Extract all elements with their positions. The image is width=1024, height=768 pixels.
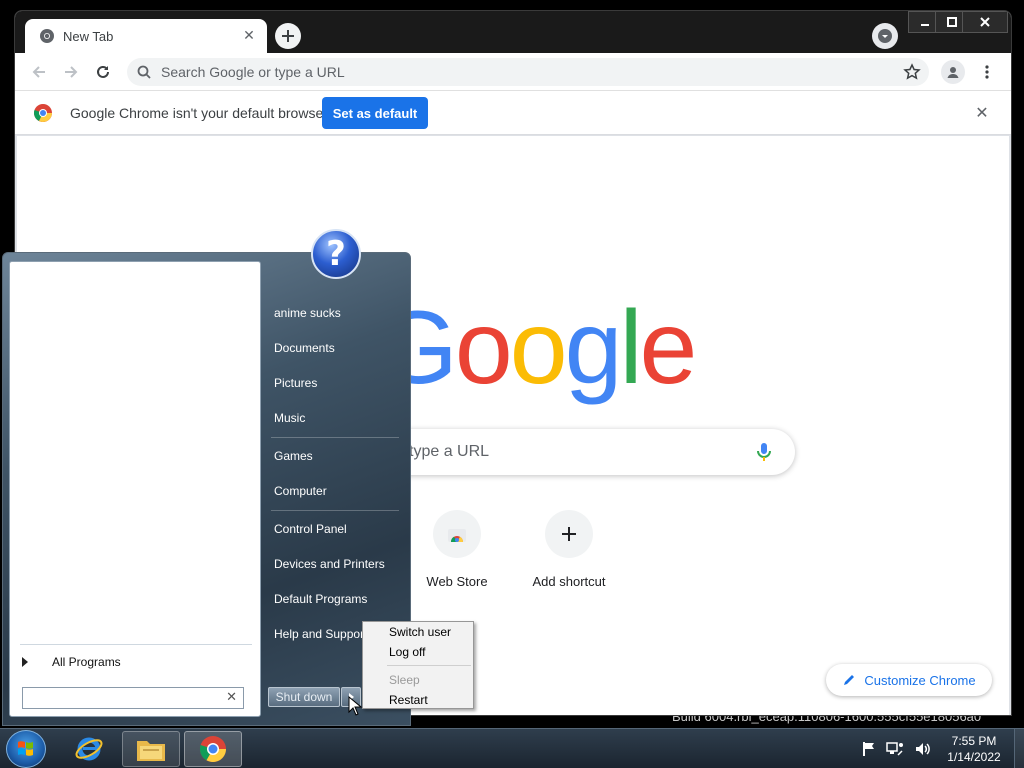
bookmark-star-icon[interactable] bbox=[903, 63, 921, 81]
menu-item-switch-user[interactable]: Switch user bbox=[389, 625, 451, 639]
help-question-icon: ? bbox=[311, 229, 361, 279]
pencil-icon bbox=[844, 675, 855, 685]
close-icon bbox=[980, 17, 990, 27]
logo-letter: g bbox=[564, 290, 623, 406]
shortcut-add[interactable]: Add shortcut bbox=[513, 506, 625, 602]
ntp-search-placeholder: type a URL bbox=[409, 443, 490, 460]
tab-title: New Tab bbox=[63, 28, 114, 44]
minimize-icon bbox=[921, 24, 929, 26]
start-item-documents[interactable]: Documents bbox=[274, 336, 335, 360]
back-button[interactable] bbox=[27, 60, 51, 84]
window-close-button[interactable] bbox=[962, 11, 1008, 33]
volume-icon[interactable] bbox=[914, 741, 932, 757]
infobar-message: Google Chrome isn't your default browser bbox=[70, 105, 328, 121]
taskbar-windows-explorer[interactable] bbox=[122, 731, 180, 767]
start-item-devices-printers[interactable]: Devices and Printers bbox=[274, 552, 385, 576]
logo-letter: l bbox=[619, 290, 642, 406]
network-icon[interactable] bbox=[886, 741, 904, 757]
web-store-icon bbox=[448, 529, 466, 542]
start-item-computer[interactable]: Computer bbox=[274, 479, 327, 503]
mouse-cursor-icon bbox=[348, 696, 362, 716]
set-as-default-button[interactable]: Set as default bbox=[322, 97, 428, 129]
menu-item-restart[interactable]: Restart bbox=[389, 693, 428, 707]
all-programs-label: All Programs bbox=[52, 655, 121, 669]
kebab-menu-icon bbox=[985, 65, 989, 79]
search-icon bbox=[137, 65, 151, 79]
action-center-flag-icon[interactable] bbox=[862, 741, 876, 757]
start-item-music[interactable]: Music bbox=[274, 406, 305, 430]
clock-time: 7:55 PM bbox=[951, 734, 997, 748]
start-menu-programs-pane: All Programs ✕ bbox=[9, 261, 261, 717]
triangle-right-icon bbox=[22, 657, 28, 667]
taskbar-internet-explorer[interactable] bbox=[60, 731, 118, 767]
start-menu-divider bbox=[271, 437, 399, 438]
microphone-icon[interactable] bbox=[753, 441, 775, 463]
plus-icon bbox=[282, 30, 294, 42]
start-item-default-programs[interactable]: Default Programs bbox=[274, 587, 367, 611]
all-programs-button[interactable]: All Programs bbox=[18, 650, 254, 674]
customize-chrome-button[interactable]: Customize Chrome bbox=[826, 664, 992, 696]
address-bar[interactable] bbox=[127, 58, 929, 86]
clear-search-icon[interactable]: ✕ bbox=[226, 690, 237, 705]
show-desktop-button[interactable] bbox=[1014, 729, 1024, 768]
taskbar-google-chrome[interactable] bbox=[184, 731, 242, 767]
logo-letter: e bbox=[639, 290, 698, 406]
chrome-menu-button[interactable] bbox=[975, 60, 999, 84]
reload-icon bbox=[97, 65, 109, 78]
start-item-games[interactable]: Games bbox=[274, 444, 313, 468]
folder-icon bbox=[137, 741, 165, 761]
start-search-box[interactable]: ✕ bbox=[22, 687, 244, 709]
windows-logo-icon bbox=[18, 741, 33, 756]
shortcut-bubble bbox=[545, 510, 593, 558]
system-tray bbox=[862, 739, 932, 759]
menu-item-sleep: Sleep bbox=[389, 673, 420, 687]
logo-letter: o bbox=[454, 290, 513, 406]
reload-button[interactable] bbox=[91, 60, 115, 84]
omnibox-input[interactable] bbox=[161, 64, 881, 80]
chrome-logo-icon bbox=[34, 104, 52, 122]
customize-label: Customize Chrome bbox=[864, 672, 976, 688]
tab-new-tab[interactable]: New Tab ✕ bbox=[25, 19, 267, 53]
person-icon bbox=[947, 67, 959, 78]
start-item-control-panel[interactable]: Control Panel bbox=[274, 517, 347, 541]
default-browser-infobar: Google Chrome isn't your default browser… bbox=[15, 91, 1011, 135]
start-menu-divider bbox=[271, 510, 399, 511]
start-button[interactable] bbox=[6, 730, 46, 768]
shortcut-bubble bbox=[433, 510, 481, 558]
menu-item-log-off[interactable]: Log off bbox=[389, 645, 425, 659]
start-item-help-support[interactable]: Help and Support bbox=[274, 622, 367, 646]
title-bar: New Tab ✕ bbox=[15, 11, 1011, 53]
tab-close-icon[interactable]: ✕ bbox=[241, 28, 257, 44]
chrome-logo-icon bbox=[199, 736, 227, 763]
shortcut-web-store[interactable]: Web Store bbox=[401, 506, 513, 602]
browser-toolbar bbox=[15, 53, 1011, 91]
internet-explorer-icon bbox=[75, 737, 103, 761]
power-options-menu: Switch user Log off Sleep Restart bbox=[362, 621, 474, 709]
start-search-input[interactable] bbox=[23, 688, 213, 708]
forward-button[interactable] bbox=[59, 60, 83, 84]
clock-date: 1/14/2022 bbox=[947, 750, 1001, 764]
maximize-icon bbox=[947, 17, 957, 27]
start-menu: ? All Programs ✕ anime sucks Documents P… bbox=[2, 229, 411, 726]
shutdown-button[interactable]: Shut down bbox=[268, 687, 340, 707]
chrome-tab-icon bbox=[40, 29, 54, 43]
start-item-user-folder[interactable]: anime sucks bbox=[274, 301, 341, 325]
shortcut-label: Add shortcut bbox=[532, 574, 606, 589]
arrow-left-icon bbox=[32, 66, 45, 78]
chevron-down-icon bbox=[878, 29, 892, 43]
programs-separator bbox=[20, 644, 252, 645]
arrow-right-icon bbox=[65, 66, 78, 78]
google-logo: Google bbox=[377, 296, 697, 400]
profile-button[interactable] bbox=[941, 60, 965, 84]
start-item-pictures[interactable]: Pictures bbox=[274, 371, 317, 395]
logo-letter: o bbox=[509, 290, 568, 406]
taskbar: 7:55 PM 1/14/2022 bbox=[0, 728, 1024, 768]
infobar-close-icon[interactable]: ✕ bbox=[973, 104, 991, 122]
taskbar-clock[interactable]: 7:55 PM 1/14/2022 bbox=[936, 733, 1012, 765]
plus-icon bbox=[562, 527, 576, 541]
menu-separator bbox=[387, 665, 471, 666]
tab-search-button[interactable] bbox=[872, 23, 898, 49]
shortcut-label: Web Store bbox=[426, 574, 488, 589]
new-tab-button[interactable] bbox=[275, 23, 301, 49]
